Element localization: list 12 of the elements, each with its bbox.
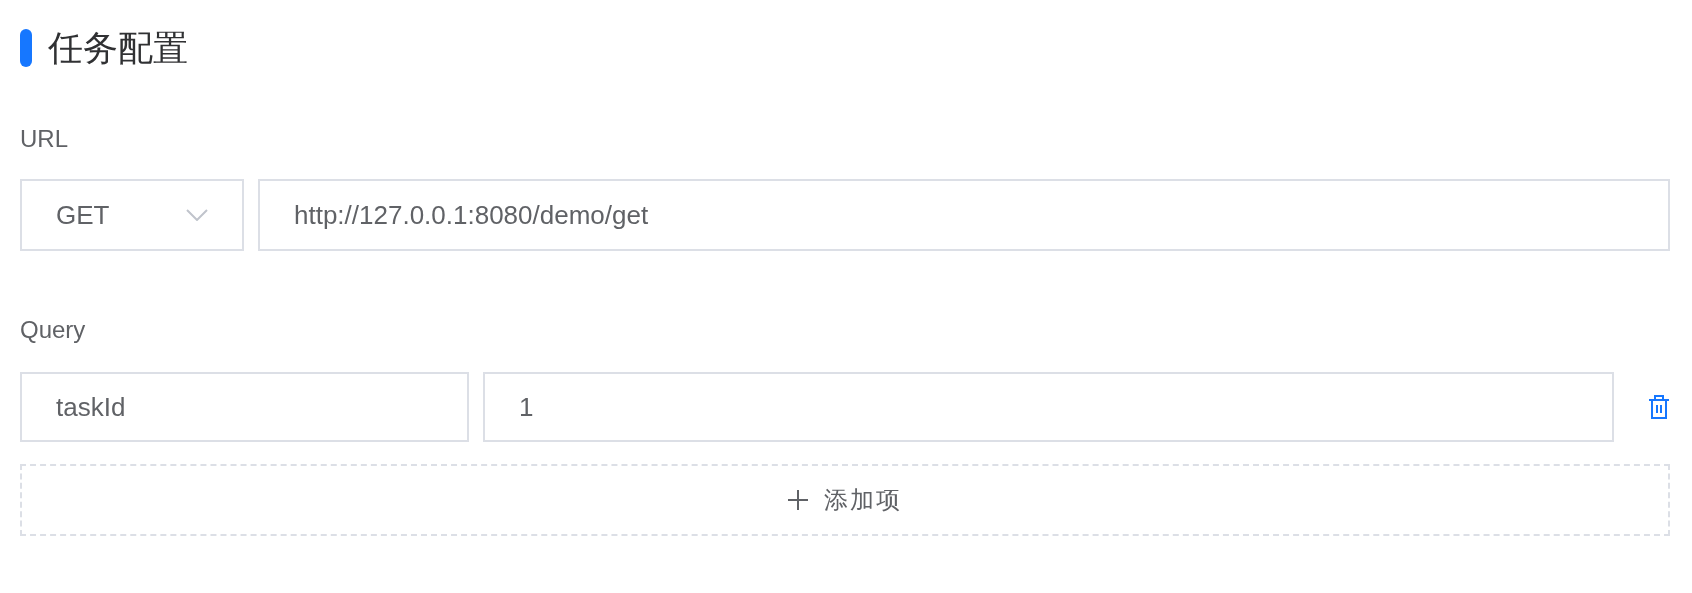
plus-icon	[788, 490, 808, 510]
url-label: URL	[20, 124, 69, 154]
key-field[interactable]: taskId	[20, 372, 469, 442]
value-field[interactable]: 1	[483, 372, 1614, 442]
url-field[interactable]: http://127.0.0.1:8080/demo/get	[258, 179, 1670, 251]
chevron-down-icon	[186, 209, 208, 221]
query-label: Query	[20, 315, 87, 345]
add-item-button[interactable]: 添加项	[20, 464, 1670, 536]
delete-icon[interactable]	[1648, 395, 1670, 419]
method-select[interactable]: GET	[20, 179, 244, 251]
section-title: 任务配置	[48, 28, 188, 68]
title-accent-bar	[20, 29, 32, 67]
